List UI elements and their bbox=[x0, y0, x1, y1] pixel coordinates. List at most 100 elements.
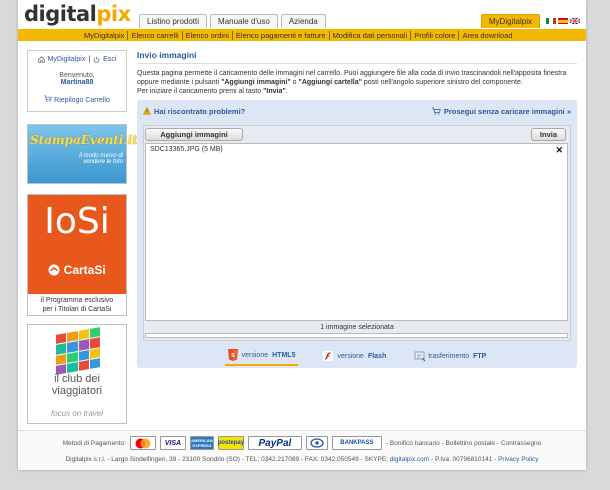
club-title-1: il club dei bbox=[54, 373, 100, 385]
skip-upload-link[interactable]: Prosegui senza caricare immagini » bbox=[431, 107, 571, 117]
cartasi-brand-text: CartaSi bbox=[63, 263, 106, 277]
username: Martina88 bbox=[60, 79, 94, 86]
logo-text-digital: digital bbox=[24, 2, 97, 26]
skype-link[interactable]: digitalpix.com bbox=[390, 456, 429, 463]
visa-label: VISA bbox=[164, 439, 182, 447]
mybank-logo bbox=[305, 436, 328, 450]
mode-html5-name: HTML5 bbox=[272, 351, 296, 359]
intro-text-2: o bbox=[290, 79, 299, 86]
tab-mydigitalpix[interactable]: MyDigitalpix bbox=[480, 14, 540, 28]
logo-text-pix: pix bbox=[96, 2, 131, 26]
intro-text-4: Per iniziare il caricamento premi al tas… bbox=[137, 88, 264, 95]
company-info: Digitalpix s.r.l. - Largo Sindelfingen, … bbox=[65, 456, 390, 463]
iosi-caption-1: il Programma esclusivo bbox=[40, 297, 114, 304]
sidebar: MyDigitalpix | Esci Benvenuto, Martina88… bbox=[27, 50, 138, 424]
mode-ftp-name: FTP bbox=[473, 352, 487, 360]
upload-progress-bar bbox=[145, 333, 568, 338]
welcome-text: Benvenuto, bbox=[59, 72, 95, 79]
cartasi-icon bbox=[48, 263, 63, 277]
sub-navigation: MyDigitalpix Elenco carrelli Elenco ordi… bbox=[18, 29, 586, 41]
spanish-flag-icon[interactable] bbox=[558, 18, 568, 24]
intro-text-5: . bbox=[285, 88, 288, 95]
legal-info: Digitalpix s.r.l. - Largo Sindelfingen, … bbox=[18, 456, 586, 463]
svg-text:5: 5 bbox=[231, 353, 235, 359]
other-payment-methods: - Bonifico bancario - Bollettino postale… bbox=[385, 439, 542, 447]
club-viaggiatori-title: il club dei viaggiatori bbox=[28, 373, 126, 397]
bankpass-label: BANKPASS bbox=[340, 440, 374, 446]
colorful-window-icon bbox=[56, 327, 100, 375]
warning-icon bbox=[143, 106, 151, 117]
send-button[interactable]: Invia bbox=[530, 128, 566, 141]
user-box: MyDigitalpix | Esci Benvenuto, Martina88… bbox=[27, 50, 127, 112]
mode-flash-name: Flash bbox=[367, 352, 387, 360]
intro-text-3: posti nell'angolo superiore sinistro del… bbox=[361, 79, 523, 86]
postepay-label: postepay bbox=[217, 440, 245, 446]
iosi-banner-image: IoSi CartaSi bbox=[28, 195, 126, 294]
subnav-area-download[interactable]: Area download bbox=[459, 31, 515, 40]
mode-html5-prefix: versione bbox=[241, 351, 269, 359]
italian-flag-icon[interactable] bbox=[546, 18, 556, 24]
upload-mode-switcher: 5 versione HTML5 versione Flash trasferi… bbox=[143, 345, 571, 367]
paypal-logo: PayPal bbox=[247, 436, 302, 450]
logout-icon bbox=[93, 56, 100, 65]
logout-link[interactable]: Esci bbox=[103, 56, 116, 65]
uk-flag-icon[interactable] bbox=[570, 18, 580, 24]
iosi-caption: il Programma esclusivo per i Titolari di… bbox=[28, 294, 126, 314]
amex-logo: AMERICAN EXPRESS bbox=[189, 436, 214, 450]
cart-summary-link[interactable]: Riepilogo Carrello bbox=[32, 95, 122, 104]
upload-panel-header: Hai riscontrato problemi? Prosegui senza… bbox=[137, 105, 577, 118]
iosi-logo: IoSi bbox=[44, 201, 110, 242]
selected-count: 1 immagine selezionata bbox=[320, 324, 394, 331]
mode-flash[interactable]: versione Flash bbox=[320, 347, 389, 365]
stampaeventi-tagline-2: vendere le foto bbox=[83, 159, 123, 165]
list-item: SDC13365.JPG (5 MB) ✕ bbox=[146, 144, 567, 156]
top-tabs: Listino prodotti Manuale d'uso Azienda bbox=[139, 14, 329, 28]
cart-icon bbox=[44, 95, 54, 104]
stampaeventi-logo: StampaEventi.it bbox=[30, 133, 138, 147]
subnav-profili-colore[interactable]: Profili colore bbox=[411, 30, 460, 40]
subnav-elenco-ordini[interactable]: Elenco ordini bbox=[183, 30, 233, 40]
problems-link[interactable]: Hai riscontrato problemi? bbox=[143, 106, 246, 117]
separator: | bbox=[88, 56, 91, 63]
mode-ftp[interactable]: trasferimento FTP bbox=[411, 347, 489, 365]
stampaeventi-banner[interactable]: StampaEventi.it il modo nuovo di vendere… bbox=[27, 124, 138, 184]
subnav-elenco-pagamenti[interactable]: Elenco pagamenti e fatture bbox=[233, 30, 330, 40]
amex-label: AMERICAN EXPRESS bbox=[191, 438, 213, 448]
upload-component: Aggiungi immagini Invia SDC13365.JPG (5 … bbox=[143, 125, 571, 341]
mode-html5[interactable]: 5 versione HTML5 bbox=[224, 346, 299, 366]
page-title: Invio immagini bbox=[137, 50, 577, 64]
payment-methods: Metodi di Pagamento: VISA AMERICAN EXPRE… bbox=[18, 431, 586, 455]
html5-icon: 5 bbox=[227, 349, 238, 361]
stampaeventi-tagline: il modo nuovo di vendere le foto bbox=[79, 153, 123, 165]
footer: Metodi di Pagamento: VISA AMERICAN EXPRE… bbox=[18, 430, 586, 470]
intro-text: Questa pagina permette il caricamento de… bbox=[137, 69, 577, 96]
mastercard-logo bbox=[129, 436, 156, 450]
iosi-caption-2: per i Titolari di CartaSi bbox=[42, 306, 112, 313]
subnav-elenco-carrelli[interactable]: Elenco carrelli bbox=[128, 30, 183, 40]
club-viaggiatori-banner[interactable]: il club dei viaggiatori focus on travel bbox=[27, 324, 127, 424]
subnav-mydigitalpix[interactable]: MyDigitalpix bbox=[81, 30, 129, 40]
logo[interactable]: digitalpix bbox=[24, 2, 131, 26]
subnav-modifica-dati[interactable]: Modifica dati personali bbox=[330, 30, 412, 40]
cart-icon bbox=[431, 107, 441, 117]
intro-bold-add-images: "Aggiungi immagini" bbox=[221, 79, 291, 86]
file-drop-area[interactable]: SDC13365.JPG (5 MB) ✕ bbox=[145, 143, 568, 321]
payment-label: Metodi di Pagamento: bbox=[62, 439, 126, 447]
tab-azienda[interactable]: Azienda bbox=[280, 14, 326, 28]
problems-link-label: Hai riscontrato problemi? bbox=[154, 107, 246, 116]
main-content: Invio immagini Questa pagina permette il… bbox=[137, 50, 577, 368]
tab-listino-prodotti[interactable]: Listino prodotti bbox=[139, 14, 208, 28]
postepay-logo: postepay bbox=[218, 436, 244, 450]
mode-ftp-prefix: trasferimento bbox=[428, 352, 470, 360]
iosi-cartasi-banner[interactable]: IoSi CartaSi il Programma esclusivo per … bbox=[27, 194, 127, 316]
privacy-policy-link[interactable]: Privacy Policy bbox=[498, 456, 538, 463]
remove-file-icon[interactable]: ✕ bbox=[555, 146, 563, 155]
mydigitalpix-link[interactable]: MyDigitalpix bbox=[48, 56, 86, 65]
add-images-button[interactable]: Aggiungi immagini bbox=[145, 128, 243, 141]
intro-bold-add-folder: "Aggiungi cartella" bbox=[298, 79, 362, 86]
bankpass-logo: BANKPASS bbox=[331, 436, 382, 450]
tab-manuale-uso[interactable]: Manuale d'uso bbox=[210, 14, 278, 28]
intro-bold-send: "Invia" bbox=[263, 88, 286, 95]
club-title-2: viaggiatori bbox=[51, 385, 103, 397]
skip-upload-label: Prosegui senza caricare immagini » bbox=[443, 107, 571, 116]
